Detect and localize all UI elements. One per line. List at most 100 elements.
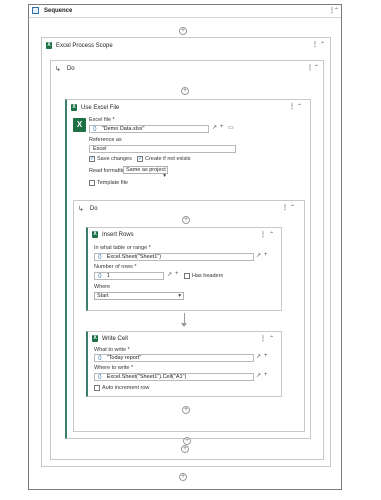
reference-value: Excel (93, 146, 107, 152)
expand-icon[interactable]: ↗ (167, 271, 172, 278)
add-activity-button[interactable]: + (181, 445, 189, 453)
insert-rows-menu-icon[interactable]: ⋮ (260, 231, 266, 239)
do-container-outer[interactable]: ↳ Do ⋮ ⌃ + X Use Excel File ⋮ ⌃ X Excel … (50, 60, 324, 460)
process-scope-title: Excel Process Scope (56, 42, 113, 49)
sequence-header[interactable]: Sequence (32, 7, 72, 14)
insert-rows-header: X Insert Rows (92, 231, 134, 238)
expand-icon[interactable]: ↗ (256, 252, 261, 259)
row-count-value: 1 (106, 273, 110, 279)
insert-rows-title: Insert Rows (102, 231, 134, 238)
excel-file-label: Excel file * (89, 117, 115, 123)
sequence-icon (32, 7, 39, 14)
template-file-label: Template file (97, 180, 128, 186)
sequence-collapse-icon[interactable]: ⌃ (334, 7, 339, 15)
use-excel-file-activity[interactable]: X Use Excel File ⋮ ⌃ X Excel file * {} "… (65, 99, 311, 445)
expression-icon: {} (98, 273, 102, 279)
what-to-write-label: What to write * (94, 347, 130, 353)
excel-icon: X (92, 335, 98, 342)
add-activity-button[interactable]: + (179, 27, 187, 35)
where-label: Where (94, 284, 111, 290)
connector-arrow-icon (181, 323, 187, 327)
where-select[interactable]: Start ▾ (94, 292, 184, 300)
workflow-frame: Sequence ⋮ ⌃ + X Excel Process Scope ⋮ ⌃… (28, 4, 342, 490)
add-activity-button[interactable]: + (181, 87, 189, 95)
auto-increment-checkbox[interactable] (94, 385, 100, 391)
expression-icon: {} (98, 254, 102, 260)
connector-line (184, 313, 185, 323)
write-cell-menu-icon[interactable]: ⋮ (260, 335, 266, 343)
write-cell-activity[interactable]: X Write Cell ⋮ ⌃ What to write * {} "Tod… (86, 331, 282, 397)
write-cell-title: Write Cell (102, 335, 128, 342)
insert-rows-collapse-icon[interactable]: ⌃ (269, 231, 274, 239)
use-excel-header: X Use Excel File (71, 104, 119, 111)
read-formatting-value: Same as project (126, 167, 166, 173)
add-activity-button[interactable]: + (182, 216, 190, 224)
where-to-write-value: Excel.Sheet("Sheet1").Cell("A1") (106, 374, 187, 380)
excel-icon: X (71, 104, 77, 111)
process-scope-menu-icon[interactable]: ⋮ (312, 41, 318, 49)
use-excel-collapse-icon[interactable]: ⌃ (297, 103, 302, 111)
expression-icon: {} (93, 126, 97, 132)
expand-icon[interactable]: ↗ (256, 372, 261, 379)
chevron-down-icon: ▾ (163, 173, 166, 179)
add-activity-button[interactable]: + (182, 406, 190, 414)
do-inner-menu-icon[interactable]: ⋮ (282, 204, 288, 212)
insert-rows-activity[interactable]: X Insert Rows ⋮ ⌃ In what table or range… (86, 227, 282, 311)
add-variable-icon[interactable]: + (264, 372, 268, 378)
do-title-outer: Do (66, 66, 75, 72)
sequence-title: Sequence (44, 7, 73, 14)
excel-file-value: "Demo Data.xlsx" (101, 126, 145, 132)
save-changes-label: Save changes (97, 156, 132, 162)
create-if-not-exists-label: Create if not exists (145, 156, 191, 162)
write-cell-collapse-icon[interactable]: ⌃ (269, 335, 274, 343)
expand-icon[interactable]: ↗ (212, 124, 217, 131)
save-changes-checkbox[interactable]: ✓ (89, 156, 95, 162)
what-to-write-input[interactable]: {} "Today report" (94, 354, 254, 362)
use-excel-menu-icon[interactable]: ⋮ (289, 103, 295, 111)
do-arrow-icon: ↳ (78, 206, 84, 213)
has-headers-checkbox[interactable] (184, 273, 190, 279)
browse-folder-icon[interactable]: ▭ (228, 124, 234, 131)
add-activity-button[interactable]: + (179, 473, 187, 481)
read-formatting-select[interactable]: Same as project ▾ (123, 166, 168, 179)
add-variable-icon[interactable]: + (175, 271, 179, 277)
process-scope-collapse-icon[interactable]: ⌃ (320, 41, 325, 49)
do-inner-collapse-icon[interactable]: ⌃ (290, 204, 295, 212)
reference-input[interactable]: Excel (89, 145, 236, 153)
range-label: In what table or range * (94, 245, 151, 251)
do-header-inner: ↳ Do (78, 205, 98, 213)
add-variable-icon[interactable]: + (220, 124, 224, 130)
where-value: Start (97, 293, 109, 299)
excel-icon: X (92, 231, 98, 238)
what-to-write-value: "Today report" (106, 355, 142, 361)
do-outer-collapse-icon[interactable]: ⌃ (314, 64, 319, 72)
excel-file-input[interactable]: {} "Demo Data.xlsx" (89, 125, 209, 133)
do-title-inner: Do (89, 206, 98, 212)
range-input[interactable]: {} Excel.Sheet("Sheet1") (94, 253, 254, 261)
expand-icon[interactable]: ↗ (256, 353, 261, 360)
excel-process-scope[interactable]: X Excel Process Scope ⋮ ⌃ ↳ Do ⋮ ⌃ + X U… (41, 37, 331, 467)
auto-increment-label: Auto increment row (102, 385, 150, 391)
add-activity-button[interactable]: + (183, 437, 191, 445)
header-divider (29, 17, 341, 18)
expression-icon: {} (98, 374, 102, 380)
row-count-input[interactable]: {} 1 (94, 272, 164, 280)
has-headers-label: Has headers (192, 273, 224, 279)
do-outer-menu-icon[interactable]: ⋮ (307, 64, 313, 72)
chevron-down-icon: ▾ (178, 293, 181, 299)
use-excel-title: Use Excel File (81, 104, 120, 111)
reference-label: Reference as (89, 137, 122, 143)
create-if-not-exists-checkbox[interactable]: ✓ (137, 156, 143, 162)
where-to-write-label: Where to write * (94, 365, 134, 371)
do-container-inner[interactable]: ↳ Do ⋮ ⌃ + X Insert Rows ⋮ ⌃ In what tab… (73, 200, 305, 432)
where-to-write-input[interactable]: {} Excel.Sheet("Sheet1").Cell("A1") (94, 373, 254, 381)
row-count-label: Number of rows * (94, 264, 137, 270)
do-arrow-icon: ↳ (55, 66, 61, 73)
excel-file-large-icon: X (73, 118, 86, 132)
template-file-checkbox[interactable] (89, 180, 95, 186)
write-cell-header: X Write Cell (92, 335, 128, 342)
do-header-outer: ↳ Do (55, 65, 75, 73)
expression-icon: {} (98, 355, 102, 361)
add-variable-icon[interactable]: + (264, 353, 268, 359)
add-variable-icon[interactable]: + (264, 252, 268, 258)
